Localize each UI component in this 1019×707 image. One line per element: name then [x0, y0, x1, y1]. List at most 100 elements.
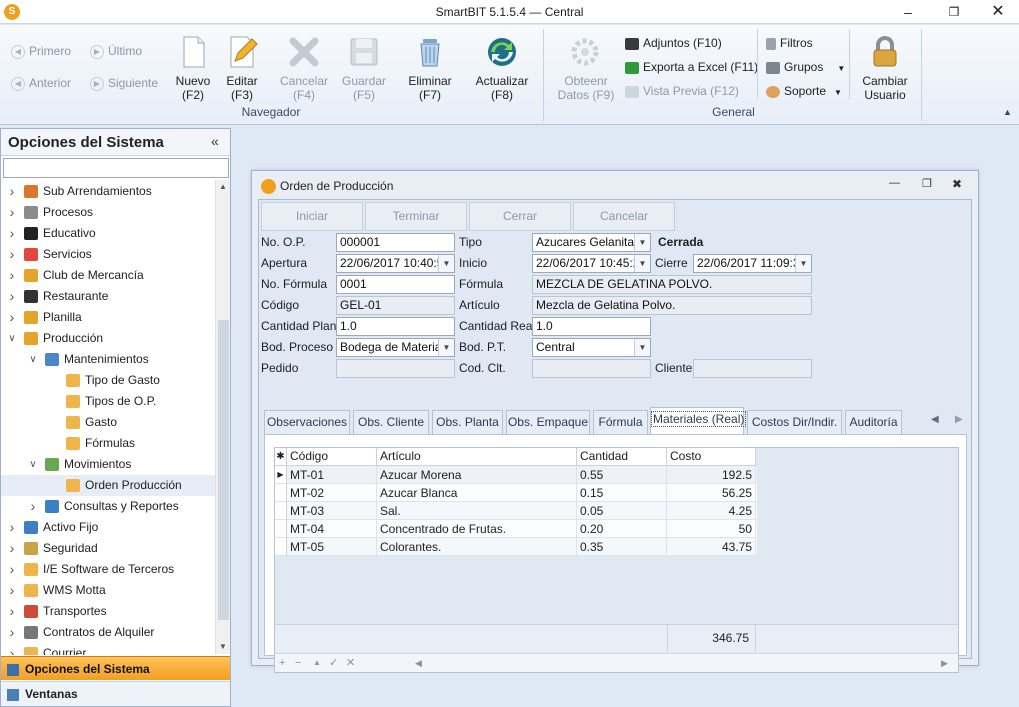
sidebar-item-7[interactable]: ∨ Producción: [1, 328, 215, 349]
change-user-button[interactable]: Cambiar Usuario: [856, 35, 914, 102]
column-header-codigo[interactable]: Código: [287, 448, 377, 466]
column-header-costo[interactable]: Costo: [667, 448, 756, 466]
sidebar-item-4[interactable]: › Club de Mercancía: [1, 265, 215, 286]
chevron-down-icon[interactable]: ▼: [438, 339, 454, 356]
sidebar-item-21[interactable]: › Contratos de Alquiler: [1, 622, 215, 643]
sidebar-item-13[interactable]: ∨ Movimientos: [1, 454, 215, 475]
row-indicator[interactable]: [275, 538, 287, 556]
grid-cell-codigo[interactable]: MT-04: [287, 520, 377, 538]
chevron-down-icon[interactable]: ▼: [795, 255, 811, 272]
expand-chevron-icon[interactable]: ›: [7, 643, 17, 655]
grid-cell-articulo[interactable]: Colorantes.: [377, 538, 577, 556]
sidebar-item-16[interactable]: › Activo Fijo: [1, 517, 215, 538]
grid-cell-articulo[interactable]: Azucar Blanca: [377, 484, 577, 502]
sidebar-tab-ventanas[interactable]: Ventanas: [1, 681, 230, 706]
grid-cell-costo[interactable]: 50: [667, 520, 756, 538]
hscroll-left-icon[interactable]: ◀: [415, 654, 422, 672]
table-row[interactable]: MT-03 Sal. 0.05 4.25: [275, 502, 757, 520]
grid-cell-cantidad[interactable]: 0.35: [577, 538, 667, 556]
expand-chevron-icon[interactable]: ›: [7, 517, 17, 538]
grid-cell-codigo[interactable]: MT-02: [287, 484, 377, 502]
export-excel-button[interactable]: Exporta a Excel (F11): [625, 60, 758, 74]
tab-auditoria[interactable]: Auditoría: [845, 410, 902, 434]
sidebar-item-5[interactable]: › Restaurante: [1, 286, 215, 307]
new-button[interactable]: Nuevo (F2): [170, 35, 216, 102]
no-op-field[interactable]: 000001: [336, 233, 455, 252]
scrollbar-thumb[interactable]: [218, 320, 229, 620]
expand-chevron-icon[interactable]: ›: [7, 307, 17, 328]
child-minimize-button[interactable]: —: [889, 177, 900, 189]
chevron-down-icon[interactable]: ▼: [634, 339, 650, 356]
cierre-field[interactable]: 22/06/2017 11:09:32 ▼: [693, 254, 812, 273]
expand-chevron-icon[interactable]: ›: [7, 601, 17, 622]
current-row-indicator-icon[interactable]: ▶: [275, 466, 287, 484]
expand-chevron-icon[interactable]: ›: [7, 538, 17, 559]
sidebar-search-input[interactable]: [3, 158, 229, 178]
sidebar-item-12[interactable]: Fórmulas: [1, 433, 215, 454]
expand-chevron-icon[interactable]: ›: [7, 286, 17, 307]
tab-obs-cliente[interactable]: Obs. Cliente: [353, 410, 429, 434]
cancel-button[interactable]: Cancelar (F4): [278, 35, 330, 102]
edit-button[interactable]: Editar (F3): [220, 35, 264, 102]
tab-observaciones[interactable]: Observaciones: [264, 410, 350, 434]
grid-remove-icon[interactable]: −: [295, 654, 301, 672]
grid-cell-codigo[interactable]: MT-05: [287, 538, 377, 556]
hscroll-right-icon[interactable]: ▶: [941, 654, 948, 672]
sidebar-item-2[interactable]: › Educativo: [1, 223, 215, 244]
filters-button[interactable]: Filtros: [766, 36, 813, 50]
grid-cell-articulo[interactable]: Concentrado de Frutas.: [377, 520, 577, 538]
sidebar-scrollbar[interactable]: ▲ ▼: [215, 180, 230, 654]
grid-cancel-icon[interactable]: ✕: [346, 654, 355, 672]
sidebar-item-11[interactable]: Gasto: [1, 412, 215, 433]
cantidad-plan-field[interactable]: 1.0: [336, 317, 455, 336]
row-indicator[interactable]: [275, 520, 287, 538]
grid-cell-costo[interactable]: 4.25: [667, 502, 756, 520]
next-record-button[interactable]: ▶ Siguiente: [90, 76, 158, 91]
sidebar-item-18[interactable]: › I/E Software de Terceros: [1, 559, 215, 580]
close-button[interactable]: ✕: [975, 0, 1019, 24]
tab-scroll-left-icon[interactable]: ◀: [931, 414, 939, 425]
collapse-chevron-icon[interactable]: ∨: [28, 454, 38, 475]
grid-cell-cantidad[interactable]: 0.15: [577, 484, 667, 502]
grid-cell-costo[interactable]: 43.75: [667, 538, 756, 556]
refresh-button[interactable]: Actualizar (F8): [472, 35, 532, 102]
expand-chevron-icon[interactable]: ›: [7, 580, 17, 601]
tab-obs-empaque[interactable]: Obs. Empaque: [506, 410, 590, 434]
inicio-field[interactable]: 22/06/2017 10:45:29 ▼: [532, 254, 651, 273]
grid-cell-cantidad[interactable]: 0.55: [577, 466, 667, 484]
apertura-field[interactable]: 22/06/2017 10:40:59 ▼: [336, 254, 455, 273]
chevron-down-icon[interactable]: ▼: [438, 255, 454, 272]
minimize-button[interactable]: –: [885, 0, 931, 24]
sidebar-item-22[interactable]: › Courrier: [1, 643, 215, 655]
sidebar-item-6[interactable]: › Planilla: [1, 307, 215, 328]
child-close-button[interactable]: ✖: [952, 177, 962, 191]
tipo-select[interactable]: Azucares Gelanita ▼: [532, 233, 651, 252]
tab-scroll-right-icon[interactable]: ▶: [955, 414, 963, 425]
column-header-articulo[interactable]: Artículo: [377, 448, 577, 466]
cantidad-real-field[interactable]: 1.0: [532, 317, 651, 336]
grid-cell-codigo[interactable]: MT-03: [287, 502, 377, 520]
collapse-ribbon-icon[interactable]: ▲: [1003, 107, 1012, 117]
sidebar-item-20[interactable]: › Transportes: [1, 601, 215, 622]
grid-add-icon[interactable]: +: [279, 654, 285, 672]
expand-chevron-icon[interactable]: ›: [7, 265, 17, 286]
sidebar-item-8[interactable]: ∨ Mantenimientos: [1, 349, 215, 370]
sidebar-item-10[interactable]: Tipos de O.P.: [1, 391, 215, 412]
scroll-down-icon[interactable]: ▼: [219, 642, 227, 651]
support-dropdown[interactable]: Soporte ▼: [766, 84, 842, 98]
groups-dropdown[interactable]: Grupos ▼: [766, 60, 845, 74]
sidebar-item-1[interactable]: › Procesos: [1, 202, 215, 223]
previous-record-button[interactable]: ◀ Anterior: [11, 76, 71, 91]
get-data-button[interactable]: Obteenr Datos (F9): [555, 35, 617, 102]
sidebar-item-15[interactable]: › Consultas y Reportes: [1, 496, 215, 517]
tab-costos[interactable]: Costos Dir/Indir.: [747, 410, 842, 434]
grid-confirm-icon[interactable]: ✓: [329, 654, 338, 672]
attachments-button[interactable]: Adjuntos (F10): [625, 36, 722, 50]
start-button[interactable]: Iniciar: [261, 202, 363, 231]
grid-cell-cantidad[interactable]: 0.20: [577, 520, 667, 538]
close-order-button[interactable]: Cerrar: [469, 202, 571, 231]
chevron-down-icon[interactable]: ▼: [634, 255, 650, 272]
sidebar-item-19[interactable]: › WMS Motta: [1, 580, 215, 601]
chevron-down-icon[interactable]: ▼: [634, 234, 650, 251]
first-record-button[interactable]: ◀ Primero: [11, 44, 71, 59]
